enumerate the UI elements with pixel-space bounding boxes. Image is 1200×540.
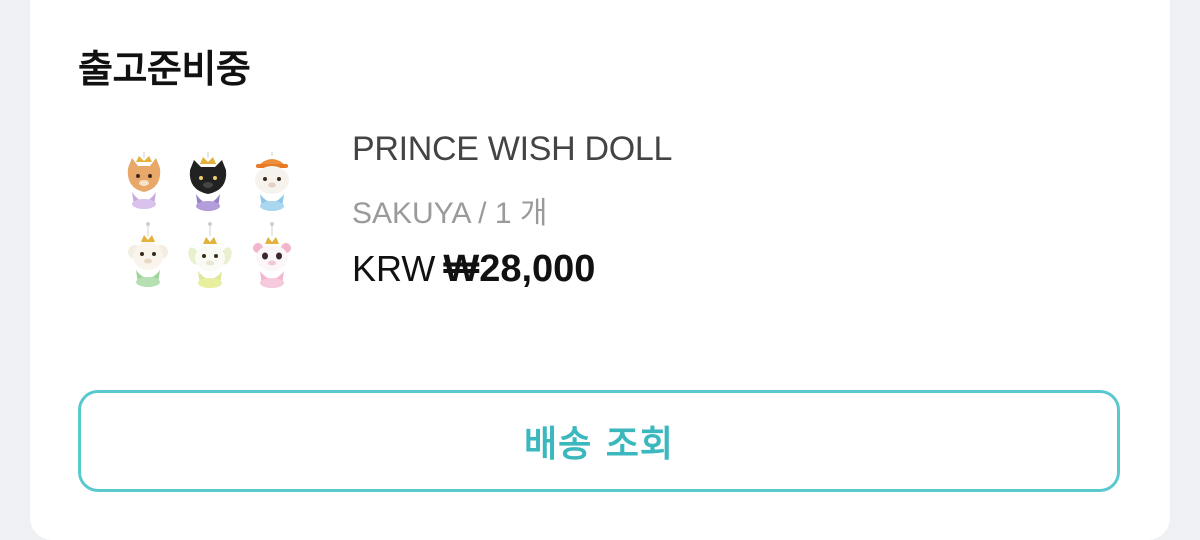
doll-panda-pink	[253, 222, 291, 288]
price-amount: ₩28,000	[443, 248, 596, 290]
product-thumbnail[interactable]	[108, 152, 308, 312]
order-card: 출고준비중 PRINCE WISH DOLL SAKUYA / 1 개 KRW …	[30, 0, 1170, 540]
product-option: SAKUYA / 1 개	[352, 197, 548, 230]
price-row: KRW ₩28,000	[352, 248, 595, 291]
track-delivery-label: 배송 조회	[523, 424, 674, 465]
order-status-title: 출고준비중	[78, 47, 251, 91]
doll-dog-white-green	[188, 222, 232, 288]
price-currency: KRW	[352, 248, 436, 289]
doll-cat-orange	[127, 152, 161, 209]
product-name[interactable]: PRINCE WISH DOLL	[352, 130, 672, 169]
track-delivery-button[interactable]: 배송 조회	[78, 390, 1120, 492]
doll-cat-black	[189, 152, 227, 211]
doll-poodle-white	[128, 222, 168, 287]
doll-bear-white-orange-hat	[255, 152, 289, 211]
